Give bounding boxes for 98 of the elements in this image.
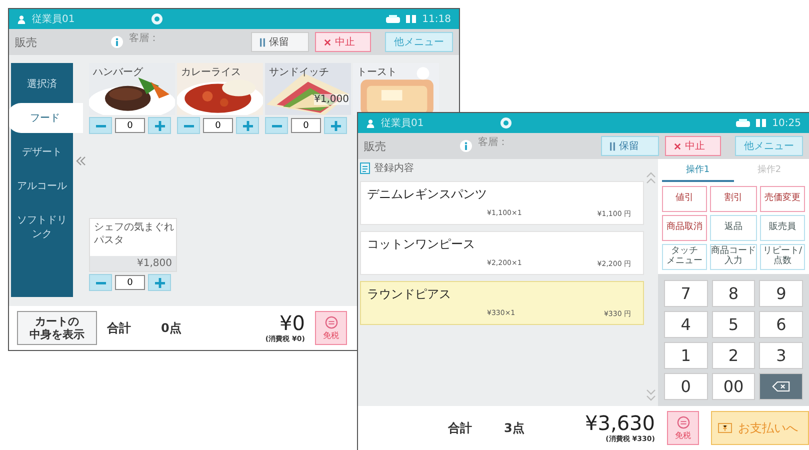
- quantity-field[interactable]: 0: [203, 118, 233, 133]
- tax-free-icon: [324, 316, 338, 328]
- category-tab[interactable]: フード: [9, 103, 83, 133]
- function-button[interactable]: 売価変更: [760, 186, 805, 212]
- keypad-key[interactable]: 4: [664, 311, 708, 338]
- hold-button[interactable]: 保留: [251, 32, 309, 52]
- function-button[interactable]: 販売員: [760, 215, 805, 241]
- total-amount: ¥3,630: [585, 412, 655, 434]
- logo-icon: [150, 13, 163, 25]
- screen-title: 販売: [15, 34, 38, 50]
- tax-free-icon: [676, 416, 690, 428]
- quantity-field[interactable]: 0: [115, 275, 145, 290]
- printer-icon: [386, 15, 400, 23]
- category-tab[interactable]: ソフトドリンク: [11, 205, 73, 249]
- keypad-key[interactable]: 7: [664, 280, 708, 307]
- plus-icon: [242, 120, 252, 130]
- list-title: 登録内容: [374, 162, 414, 175]
- product-name: シェフの気まぐれ パスタ: [93, 221, 175, 248]
- function-button[interactable]: タッチ メニュー: [662, 244, 707, 270]
- product-card[interactable]: ハンバーグ: [89, 63, 175, 115]
- user-name: 従業員01: [32, 12, 75, 26]
- show-cart-button[interactable]: カートの 中身を表示: [17, 311, 97, 345]
- product-name: トースト: [357, 66, 397, 79]
- screen-title: 販売: [364, 138, 387, 154]
- minus-button[interactable]: [177, 117, 200, 134]
- product-card[interactable]: カレーライス: [177, 63, 263, 115]
- product-card[interactable]: サンドイッチ ¥1,000: [265, 63, 351, 115]
- keypad-key[interactable]: 8: [712, 280, 756, 307]
- plus-icon: [154, 278, 164, 288]
- minus-button[interactable]: [265, 117, 288, 134]
- user-name: 従業員01: [381, 116, 424, 130]
- function-button[interactable]: 商品取消: [662, 215, 707, 241]
- scroll-up-icon[interactable]: [646, 171, 656, 185]
- minus-button[interactable]: [89, 274, 112, 291]
- logo-icon: [500, 117, 512, 129]
- item-count: 3点: [504, 420, 524, 436]
- hold-button[interactable]: 保留: [601, 136, 659, 156]
- function-button[interactable]: リピート/ 点数: [760, 244, 805, 270]
- keypad-key[interactable]: 5: [712, 311, 756, 338]
- info-icon[interactable]: [460, 140, 472, 152]
- printer-icon: [736, 119, 750, 127]
- item-count: 0点: [161, 320, 182, 336]
- backspace-icon: [772, 381, 790, 392]
- info-icon[interactable]: [111, 36, 123, 48]
- product-card[interactable]: トースト: [353, 63, 439, 115]
- item-name: コットンワンピース: [367, 236, 476, 253]
- keypad-key[interactable]: 0: [664, 373, 708, 400]
- close-icon: [324, 38, 331, 46]
- clock-time: 11:18: [422, 14, 451, 24]
- function-button[interactable]: 返品: [710, 215, 757, 241]
- clipboard-icon: [360, 162, 370, 174]
- product-name: ハンバーグ: [93, 66, 143, 79]
- keypad-key[interactable]: 3: [759, 342, 803, 369]
- pause-icon: [260, 38, 265, 46]
- scroll-down-icon[interactable]: [646, 388, 656, 402]
- total-label: 合計: [107, 320, 131, 336]
- product-name: サンドイッチ: [269, 66, 329, 79]
- quantity-field[interactable]: 0: [291, 118, 321, 133]
- item-name: ラウンドピアス: [367, 286, 452, 303]
- function-button[interactable]: 割引: [710, 186, 757, 212]
- close-icon: [674, 142, 681, 150]
- cancel-button[interactable]: 中止: [315, 32, 371, 52]
- plus-button[interactable]: [148, 274, 171, 291]
- product-price: ¥1,000: [314, 94, 349, 105]
- category-tab[interactable]: デザート: [11, 137, 73, 167]
- tab[interactable]: 操作1: [662, 159, 734, 182]
- backspace-key[interactable]: [759, 373, 803, 400]
- plus-button[interactable]: [148, 117, 171, 134]
- plus-icon: [330, 120, 340, 130]
- user-icon: [17, 14, 26, 24]
- total-amount: ¥0: [280, 312, 305, 334]
- yen-icon: [718, 423, 732, 433]
- product-name: カレーライス: [181, 66, 241, 79]
- product-card[interactable]: シェフの気まぐれ パスタ ¥1,800: [89, 218, 177, 272]
- double-chevron-left-icon[interactable]: [76, 156, 86, 166]
- plus-button[interactable]: [236, 117, 259, 134]
- cancel-button[interactable]: 中止: [665, 136, 721, 156]
- keypad-key[interactable]: 9: [759, 280, 803, 307]
- keypad-key[interactable]: 00: [712, 373, 756, 400]
- function-button[interactable]: 商品コード 入力: [710, 244, 757, 270]
- clock-time: 10:25: [772, 118, 801, 128]
- keypad-key[interactable]: 1: [664, 342, 708, 369]
- keypad-key[interactable]: 2: [712, 342, 756, 369]
- plus-button[interactable]: [324, 117, 347, 134]
- pause-icon: [610, 142, 615, 150]
- category-tab[interactable]: アルコール: [11, 171, 73, 201]
- minus-button[interactable]: [89, 117, 112, 134]
- product-price: ¥1,800: [90, 256, 176, 271]
- user-icon: [366, 118, 375, 128]
- total-label: 合計: [448, 420, 472, 436]
- keypad-key[interactable]: 6: [759, 311, 803, 338]
- customer-label: 客層：: [129, 32, 159, 45]
- plus-icon: [154, 120, 164, 130]
- quantity-field[interactable]: 0: [115, 118, 145, 133]
- category-tab[interactable]: 選択済: [11, 69, 73, 99]
- customer-label: 客層：: [478, 136, 508, 149]
- function-button[interactable]: 値引: [662, 186, 707, 212]
- item-name: デニムレギンスパンツ: [367, 186, 488, 203]
